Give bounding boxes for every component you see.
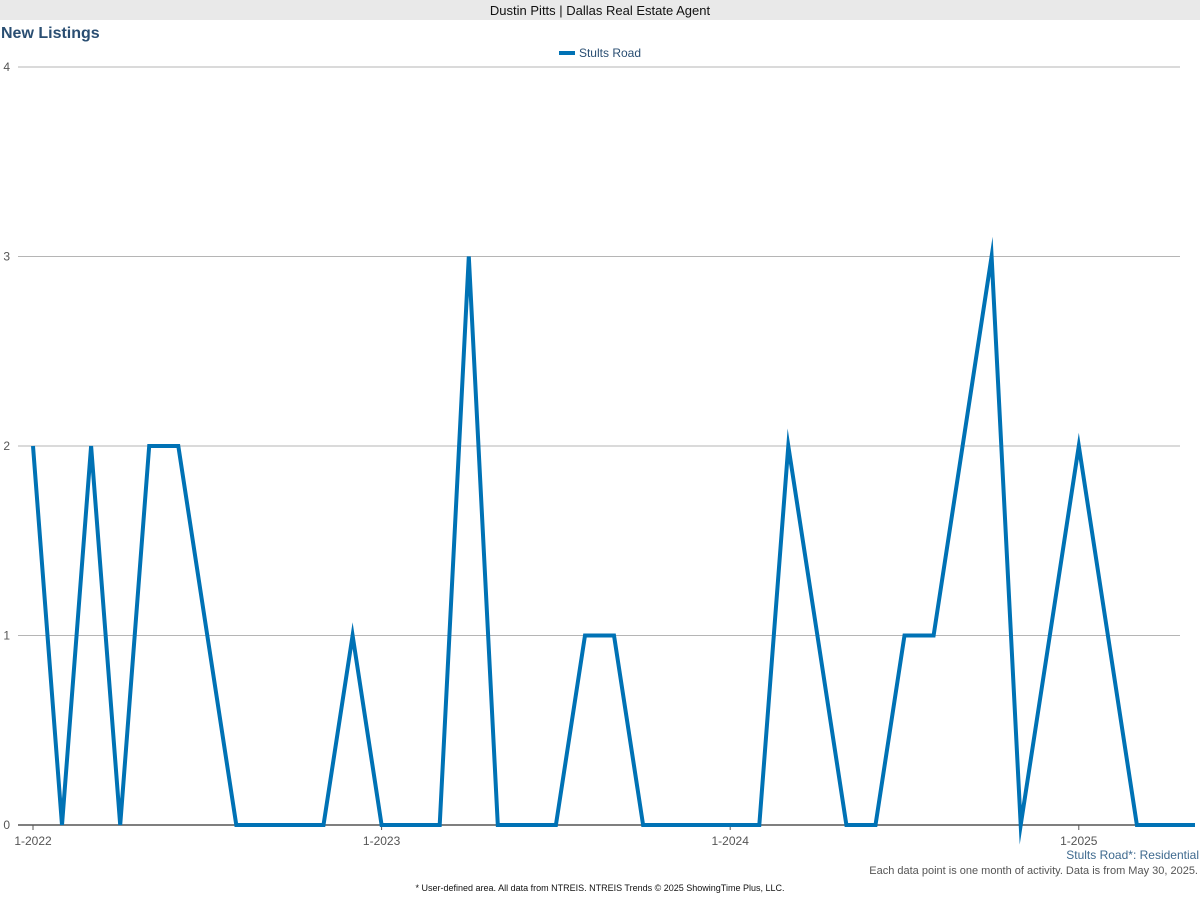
x-tick-label: 1-2022 [14, 834, 52, 848]
x-tick-label: 1-2025 [1060, 834, 1098, 848]
area-label: Stults Road*: Residential [1066, 848, 1199, 862]
x-tick-label: 1-2024 [712, 834, 750, 848]
series-line-stults-road [31, 236, 1195, 845]
y-tick-label: 0 [3, 818, 10, 832]
y-tick-label: 3 [3, 250, 10, 264]
y-tick-label: 4 [3, 60, 10, 74]
line-chart: 0 1 2 3 4 1-2022 1-2023 1-2024 1-2025 [3, 60, 1195, 848]
y-tick-label: 1 [3, 629, 10, 643]
data-note: Each data point is one month of activity… [869, 865, 1198, 877]
x-tick-label: 1-2023 [363, 834, 401, 848]
y-tick-label: 2 [3, 439, 10, 453]
footer-disclaimer: * User-defined area. All data from NTREI… [415, 883, 785, 893]
